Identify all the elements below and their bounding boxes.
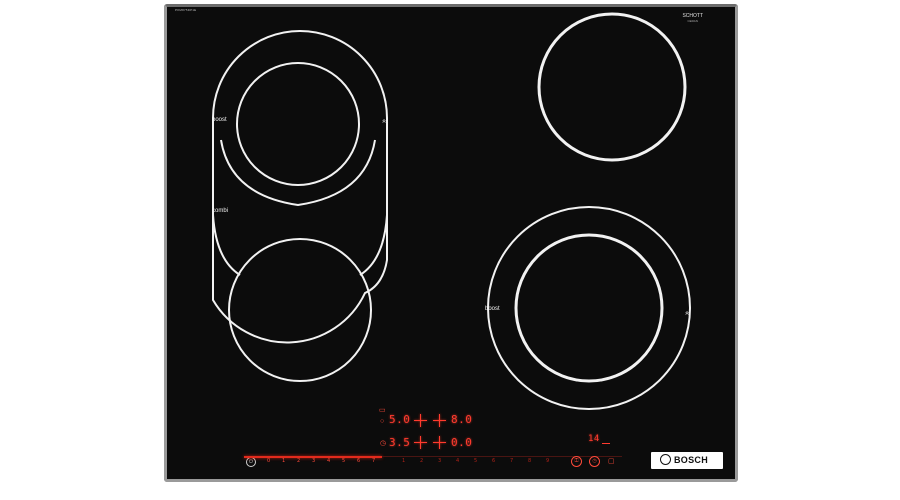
slider-scale-r1[interactable]: 1 xyxy=(402,458,405,464)
child-lock-button[interactable]: ⚿ xyxy=(571,456,582,467)
power-icon: ⏻ xyxy=(249,459,253,465)
zone-select-rear-icon[interactable]: ▭ xyxy=(379,407,386,414)
slider-scale-5[interactable]: 5 xyxy=(342,458,345,464)
front-left-zone-marker-icon[interactable] xyxy=(414,436,427,449)
power-button[interactable]: ⏻ xyxy=(246,457,256,467)
right-zone-chevron-icon: » xyxy=(683,311,691,315)
slider-scale-1[interactable]: 1 xyxy=(282,458,285,464)
brand-name: BOSCH xyxy=(674,455,709,465)
left-boost-label: boost xyxy=(212,117,227,123)
right-front-zone-inner xyxy=(514,233,664,383)
slider-scale-r4[interactable]: 4 xyxy=(456,458,459,464)
timer-icon: ◷ xyxy=(592,458,597,464)
combi-connector-right xyxy=(359,214,388,276)
front-timer-icon[interactable]: ◷ xyxy=(380,440,386,447)
slider-scale-r7[interactable]: 7 xyxy=(510,458,513,464)
slider-scale-2[interactable]: 2 xyxy=(297,458,300,464)
front-right-level-display: 0.0 xyxy=(451,436,473,449)
rear-right-level-display: 8.0 xyxy=(451,413,473,426)
slider-scale-r3[interactable]: 3 xyxy=(438,458,441,464)
left-rear-zone-extension xyxy=(220,139,376,207)
left-rear-zone xyxy=(236,62,360,186)
timer-display: 14 xyxy=(588,434,600,444)
power-level-slider-track[interactable] xyxy=(382,456,622,457)
rear-left-zone-marker-icon[interactable] xyxy=(414,414,427,427)
rear-right-zone-marker-icon[interactable] xyxy=(433,414,446,427)
right-boost-label: boost xyxy=(485,306,500,312)
cooking-zones xyxy=(212,12,691,410)
front-left-level-display: 3.5 xyxy=(389,436,411,449)
child-lock-icon: ⚿ xyxy=(574,458,579,464)
slider-scale-r5[interactable]: 5 xyxy=(474,458,477,464)
bosch-logo-icon xyxy=(660,454,671,466)
slider-scale-r8[interactable]: 8 xyxy=(528,458,531,464)
timer-button[interactable]: ◷ xyxy=(589,456,600,467)
slider-scale-7[interactable]: 7 xyxy=(372,458,375,464)
zone-select-rear-left-icon[interactable]: ○ xyxy=(380,418,384,425)
left-combi-label: combi xyxy=(212,208,229,214)
slider-scale-4[interactable]: 4 xyxy=(327,458,330,464)
right-front-zone-outer xyxy=(487,206,691,410)
combi-connector-left xyxy=(212,214,241,276)
front-right-zone-marker-icon[interactable] xyxy=(433,436,446,449)
rear-left-level-display: 5.0 xyxy=(389,413,411,426)
brand-badge: BOSCH xyxy=(651,452,723,469)
slider-scale-3[interactable]: 3 xyxy=(312,458,315,464)
slider-scale-r6[interactable]: 6 xyxy=(492,458,495,464)
left-front-zone xyxy=(228,238,372,382)
wipe-protection-icon[interactable]: ▢ xyxy=(608,458,615,465)
timer-indicator xyxy=(602,443,610,444)
right-rear-zone xyxy=(537,12,687,162)
slider-scale-r2[interactable]: 2 xyxy=(420,458,423,464)
left-zone-chevron-icon: » xyxy=(380,119,388,123)
slider-scale-r9[interactable]: 9 xyxy=(546,458,549,464)
slider-scale-0[interactable]: 0 xyxy=(267,458,270,464)
slider-scale-6[interactable]: 6 xyxy=(357,458,360,464)
left-combi-zone-outline xyxy=(212,30,388,344)
